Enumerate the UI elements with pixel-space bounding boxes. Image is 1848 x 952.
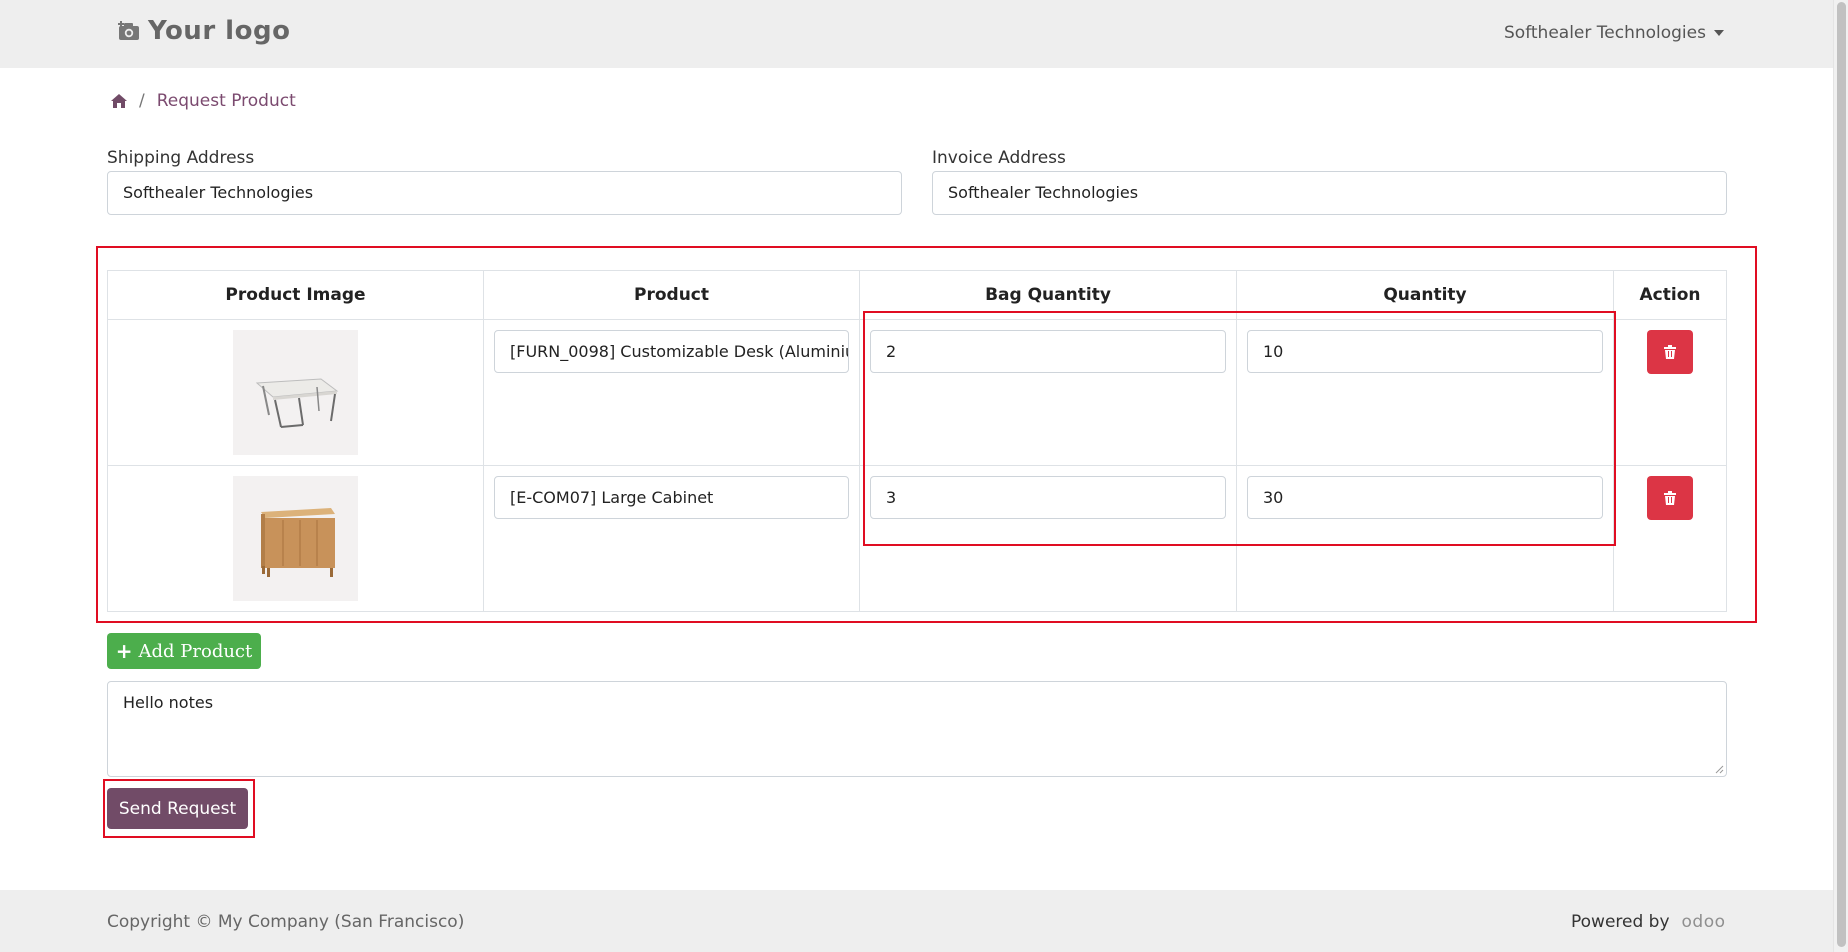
- logo-text: Your logo: [148, 16, 291, 46]
- resize-grip-icon[interactable]: [1715, 765, 1724, 774]
- home-icon[interactable]: [111, 94, 127, 108]
- footer: Copyright © My Company (San Francisco) P…: [0, 890, 1833, 952]
- invoice-address-field[interactable]: Softhealer Technologies: [932, 171, 1727, 215]
- copyright-text: Copyright © My Company (San Francisco): [107, 912, 465, 932]
- send-request-highlight-box: [103, 779, 255, 838]
- powered-by: Powered by odoo: [1571, 912, 1726, 932]
- plus-icon: +: [115, 639, 133, 663]
- shipping-address-label: Shipping Address: [107, 148, 255, 168]
- user-menu-dropdown[interactable]: Softhealer Technologies: [1504, 23, 1724, 43]
- quantity-highlight-box: [863, 311, 1616, 546]
- notes-textarea[interactable]: Hello notes: [107, 681, 1727, 777]
- top-navbar: Your logo Softhealer Technologies: [0, 0, 1833, 68]
- breadcrumb: / Request Product: [111, 91, 296, 111]
- breadcrumb-separator: /: [139, 91, 145, 111]
- vertical-scrollbar[interactable]: [1833, 0, 1848, 952]
- add-product-button[interactable]: + Add Product: [107, 633, 261, 669]
- user-menu-label: Softhealer Technologies: [1504, 23, 1706, 43]
- breadcrumb-current: Request Product: [156, 91, 296, 111]
- odoo-logo[interactable]: odoo: [1682, 912, 1726, 932]
- powered-by-label: Powered by: [1571, 912, 1670, 932]
- chevron-down-icon: [1713, 30, 1724, 36]
- shipping-address-field[interactable]: Softhealer Technologies: [107, 171, 902, 215]
- notes-text: Hello notes: [123, 693, 214, 712]
- add-product-label: Add Product: [138, 640, 253, 662]
- scrollbar-thumb[interactable]: [1837, 2, 1846, 947]
- invoice-address-label: Invoice Address: [932, 148, 1066, 168]
- camera-icon: [118, 21, 139, 40]
- logo[interactable]: Your logo: [118, 16, 290, 46]
